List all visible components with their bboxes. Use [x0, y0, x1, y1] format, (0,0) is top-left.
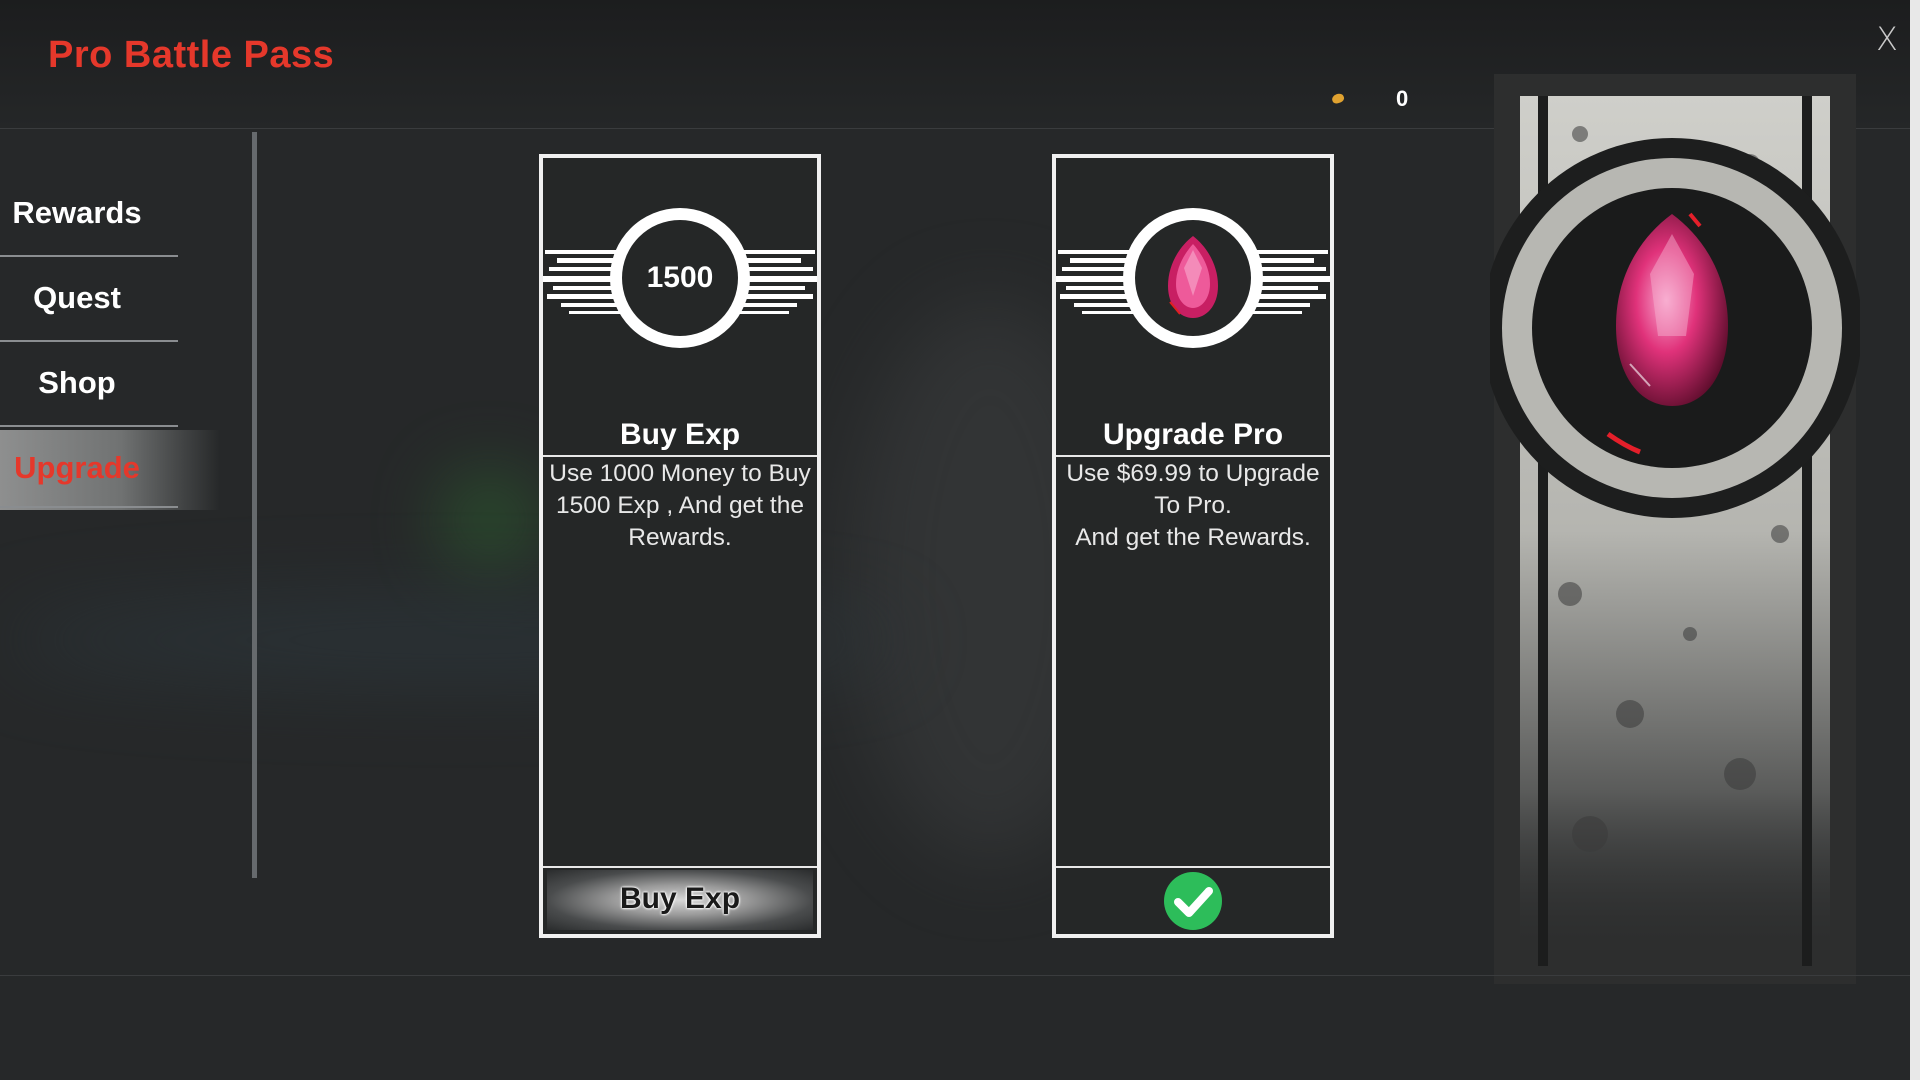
sidebar-item-label: Shop — [38, 365, 116, 400]
card-title-divider — [1056, 455, 1330, 457]
sidebar-item-label: Quest — [33, 280, 121, 315]
checkmark-icon[interactable] — [1164, 872, 1222, 930]
card-footer-divider — [543, 866, 817, 868]
card-description: Use $69.99 to Upgrade To Pro. And get th… — [1066, 460, 1320, 551]
pro-banner — [1490, 74, 1860, 984]
close-button[interactable]: X — [1876, 20, 1898, 58]
sidebar-item-rewards[interactable]: Rewards — [0, 175, 178, 257]
buy-exp-button[interactable]: Buy Exp — [547, 870, 813, 930]
card-footer-divider — [1056, 866, 1330, 868]
buy-exp-card: 1500 Buy Exp Use 1000 Money to Buy 1500 … — [539, 154, 821, 938]
card-title-divider — [543, 455, 817, 457]
sidebar-item-label: Upgrade — [14, 450, 140, 485]
pro-emblem — [1056, 208, 1330, 348]
footer-divider — [0, 975, 1910, 976]
upgrade-pro-card: Upgrade Pro Use $69.99 to Upgrade To Pro… — [1052, 154, 1334, 938]
window-edge — [1910, 0, 1920, 1080]
page-title: Pro Battle Pass — [48, 34, 335, 76]
exp-emblem-value: 1500 — [646, 261, 714, 294]
sidebar-item-label: Rewards — [12, 195, 142, 230]
card-title: Buy Exp — [619, 418, 741, 451]
currency-amount: 0 — [1396, 86, 1409, 111]
background-glow — [450, 480, 530, 560]
sidebar-divider — [252, 132, 257, 878]
buy-exp-button-label: Buy Exp — [619, 882, 741, 915]
sidebar-item-shop[interactable]: Shop — [0, 345, 178, 427]
sidebar-item-quest[interactable]: Quest — [0, 260, 178, 342]
sidebar-divider-line — [0, 506, 178, 508]
card-title: Upgrade Pro — [1102, 418, 1284, 451]
card-description: Use 1000 Money to Buy 1500 Exp , And get… — [549, 460, 811, 551]
sidebar-item-upgrade[interactable]: Upgrade — [0, 430, 220, 510]
